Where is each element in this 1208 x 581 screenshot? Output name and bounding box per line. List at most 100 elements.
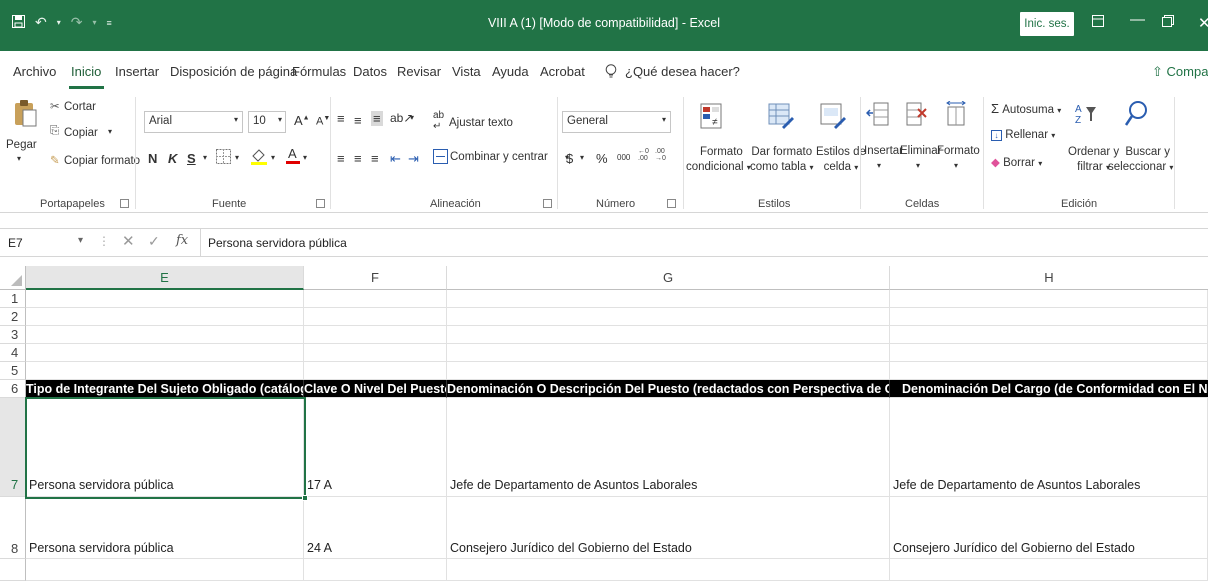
paste-dropdown-icon[interactable]: ▾	[17, 154, 21, 163]
insert-function-icon[interactable]: fx	[176, 233, 188, 248]
empty-row[interactable]	[447, 290, 890, 308]
align-middle-icon[interactable]: ≡	[354, 113, 362, 128]
format-cells-icon[interactable]	[945, 100, 967, 130]
empty-row[interactable]	[304, 308, 447, 326]
cut-button[interactable]: Cortar	[64, 101, 96, 113]
row-header[interactable]: 8	[0, 497, 26, 559]
empty-row[interactable]	[447, 308, 890, 326]
empty-row[interactable]	[447, 344, 890, 362]
currency-icon[interactable]: $	[566, 151, 573, 166]
tab-ayuda[interactable]: Ayuda	[492, 64, 529, 79]
align-top-icon[interactable]: ≡	[337, 111, 345, 126]
delete-cells-button[interactable]: Eliminar	[900, 145, 942, 157]
ribbon-display-icon[interactable]	[1092, 14, 1104, 31]
copy-icon[interactable]: ⎘	[50, 125, 59, 138]
select-all-button[interactable]	[0, 266, 26, 290]
insert-cells-icon[interactable]	[865, 101, 890, 130]
empty-row[interactable]	[304, 362, 447, 380]
format-painter-icon[interactable]: ✎	[50, 153, 60, 167]
empty-row[interactable]	[890, 559, 1208, 581]
header-cell[interactable]: Denominación Del Cargo (de Conformidad c…	[890, 380, 1208, 398]
tab-insertar[interactable]: Insertar	[115, 64, 159, 79]
conditional-format-button[interactable]: Formato condicional ▾	[686, 145, 751, 175]
formula-bar-grip-icon[interactable]: ⋮	[98, 234, 110, 248]
empty-row[interactable]	[26, 559, 304, 581]
clear-button[interactable]: ◆ Borrar ▾	[991, 155, 1042, 169]
font-name-select[interactable]: Arial ▾	[144, 111, 243, 133]
table-cell[interactable]: Consejero Jurídico del Gobierno del Esta…	[890, 497, 1208, 559]
row-header[interactable]	[0, 559, 26, 581]
restore-icon[interactable]	[1162, 14, 1174, 31]
shrink-font-icon[interactable]: A▼	[316, 115, 330, 128]
autosum-button[interactable]: Σ Autosuma ▾	[991, 101, 1061, 116]
format-painter-button[interactable]: Copiar formato	[64, 155, 140, 167]
column-header-g[interactable]: G	[447, 266, 890, 290]
empty-row[interactable]	[26, 290, 304, 308]
copy-dropdown-icon[interactable]: ▾	[108, 127, 112, 136]
tab-acrobat[interactable]: Acrobat	[540, 64, 585, 79]
tab-archivo[interactable]: Archivo	[13, 64, 56, 79]
empty-row[interactable]	[890, 326, 1208, 344]
tab-formulas[interactable]: Fórmulas	[292, 64, 346, 79]
align-center-icon[interactable]: ≡	[354, 151, 362, 166]
underline-dropdown-icon[interactable]: ▾	[203, 153, 207, 162]
close-icon[interactable]: ✕	[1198, 14, 1208, 32]
table-cell[interactable]: Jefe de Departamento de Asuntos Laborale…	[447, 398, 890, 497]
wrap-text-button[interactable]: Ajustar texto	[449, 117, 513, 129]
increase-indent-icon[interactable]: ⇥	[408, 151, 419, 167]
empty-row[interactable]	[447, 326, 890, 344]
empty-row[interactable]	[890, 290, 1208, 308]
row-header[interactable]: 6	[0, 380, 26, 398]
empty-row[interactable]	[304, 326, 447, 344]
row-header[interactable]: 5	[0, 362, 26, 380]
merge-icon[interactable]	[433, 149, 448, 167]
underline-button[interactable]: S	[187, 151, 196, 166]
header-cell[interactable]: Tipo de Integrante Del Sujeto Obligado (…	[26, 380, 304, 398]
borders-icon[interactable]	[216, 149, 231, 167]
table-cell[interactable]: 24 A	[304, 497, 447, 559]
header-cell[interactable]: Denominación O Descripción Del Puesto (r…	[447, 380, 890, 398]
minimize-icon[interactable]: —	[1130, 11, 1145, 28]
table-cell[interactable]: Consejero Jurídico del Gobierno del Esta…	[447, 497, 890, 559]
row-header[interactable]: 4	[0, 344, 26, 362]
sign-in-button[interactable]: Inic. ses.	[1020, 12, 1074, 36]
decrease-decimal-icon[interactable]: .00 →0	[655, 148, 666, 162]
empty-row[interactable]	[890, 344, 1208, 362]
row-header[interactable]: 3	[0, 326, 26, 344]
column-header-f[interactable]: F	[304, 266, 447, 290]
align-bottom-icon[interactable]: ≡	[371, 111, 383, 126]
percent-icon[interactable]: %	[596, 151, 608, 166]
decrease-indent-icon[interactable]: ⇤	[390, 151, 401, 167]
currency-dropdown-icon[interactable]: ▾	[580, 153, 584, 162]
find-select-icon[interactable]	[1123, 99, 1149, 132]
insert-dropdown-icon[interactable]: ▾	[877, 161, 881, 170]
format-dropdown-icon[interactable]: ▾	[954, 161, 958, 170]
orientation-dropdown-icon[interactable]: ▾	[410, 113, 414, 122]
enter-icon[interactable]: ✓	[148, 233, 160, 250]
paste-icon[interactable]	[12, 99, 38, 132]
fill-color-icon[interactable]	[250, 147, 268, 168]
empty-row[interactable]	[304, 344, 447, 362]
borders-dropdown-icon[interactable]: ▾	[235, 153, 239, 162]
column-header-e[interactable]: E	[26, 266, 304, 290]
column-header-h[interactable]: H	[890, 266, 1208, 290]
empty-row[interactable]	[890, 362, 1208, 380]
grow-font-icon[interactable]: A▲	[294, 113, 310, 128]
empty-row[interactable]	[26, 362, 304, 380]
format-as-table-icon[interactable]	[768, 103, 794, 132]
align-left-icon[interactable]: ≡	[337, 151, 345, 166]
empty-row[interactable]	[890, 308, 1208, 326]
conditional-format-icon[interactable]: ≠	[700, 103, 722, 132]
table-cell[interactable]: Persona servidora pública	[26, 398, 304, 497]
tab-disposicion[interactable]: Disposición de página	[170, 64, 297, 79]
cut-icon[interactable]: ✂	[50, 99, 60, 113]
empty-row[interactable]	[26, 308, 304, 326]
empty-row[interactable]	[26, 326, 304, 344]
tab-revisar[interactable]: Revisar	[397, 64, 441, 79]
number-format-select[interactable]: General ▾	[562, 111, 671, 133]
tab-datos[interactable]: Datos	[353, 64, 387, 79]
font-launcher-icon[interactable]	[316, 199, 325, 208]
empty-row[interactable]	[26, 344, 304, 362]
paste-button[interactable]: Pegar	[6, 139, 37, 151]
fill-button[interactable]: ↓ Rellenar ▾	[991, 129, 1055, 141]
